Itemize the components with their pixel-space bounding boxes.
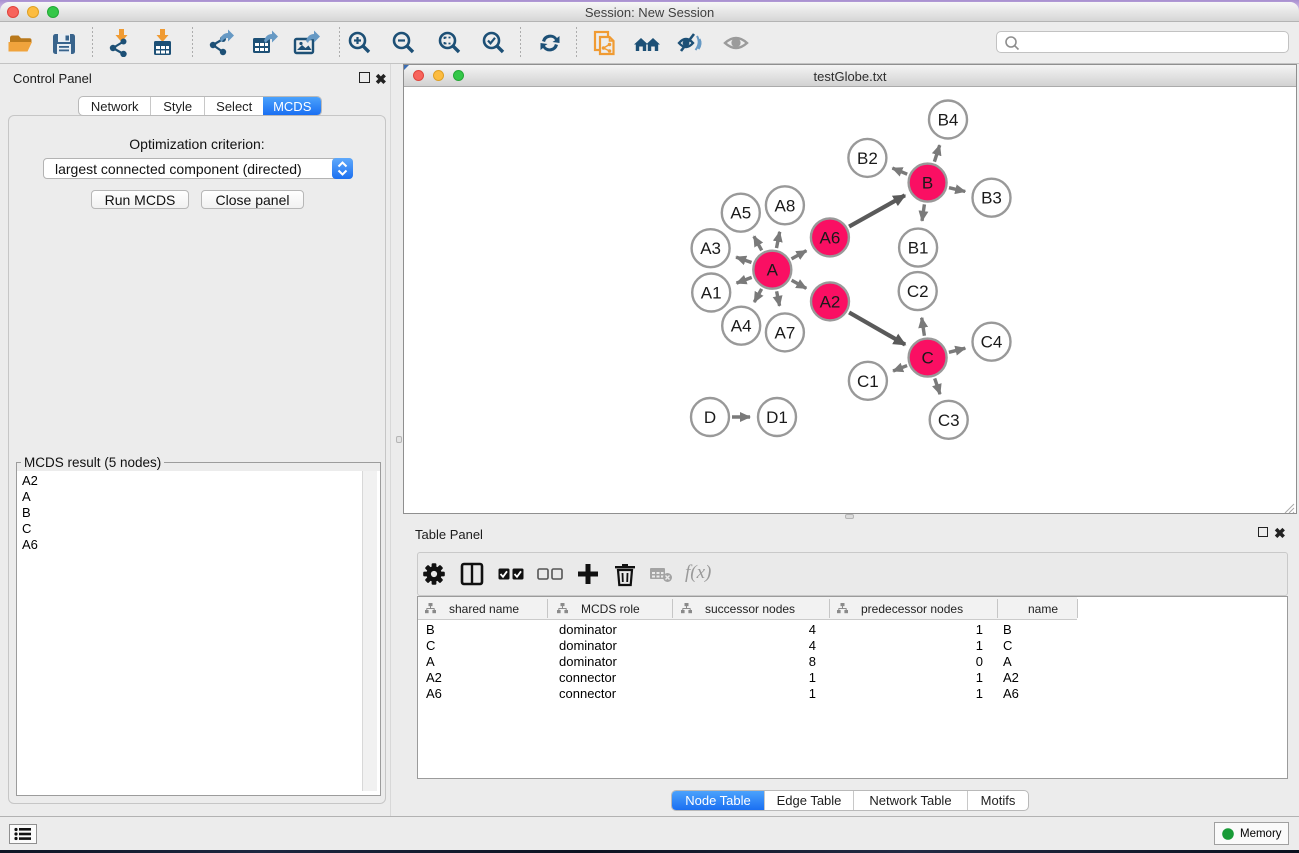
svg-text:A5: A5 xyxy=(730,204,751,223)
svg-text:C: C xyxy=(921,349,933,368)
svg-text:C2: C2 xyxy=(907,282,929,301)
svg-text:A: A xyxy=(767,261,779,280)
svg-text:D1: D1 xyxy=(766,408,788,427)
svg-text:B2: B2 xyxy=(857,149,878,168)
svg-text:B1: B1 xyxy=(908,239,929,258)
svg-text:A8: A8 xyxy=(775,196,796,215)
svg-text:A2: A2 xyxy=(820,292,841,311)
svg-text:C4: C4 xyxy=(981,333,1003,352)
svg-text:A1: A1 xyxy=(701,284,722,303)
svg-text:A7: A7 xyxy=(775,323,796,342)
svg-text:B: B xyxy=(922,174,933,193)
svg-text:C3: C3 xyxy=(938,411,960,430)
svg-text:B3: B3 xyxy=(981,189,1002,208)
svg-text:A3: A3 xyxy=(700,239,721,258)
svg-text:A6: A6 xyxy=(820,228,841,247)
svg-text:C1: C1 xyxy=(857,372,879,391)
svg-text:B4: B4 xyxy=(938,111,959,130)
svg-text:A4: A4 xyxy=(731,317,752,336)
svg-text:D: D xyxy=(704,408,716,427)
